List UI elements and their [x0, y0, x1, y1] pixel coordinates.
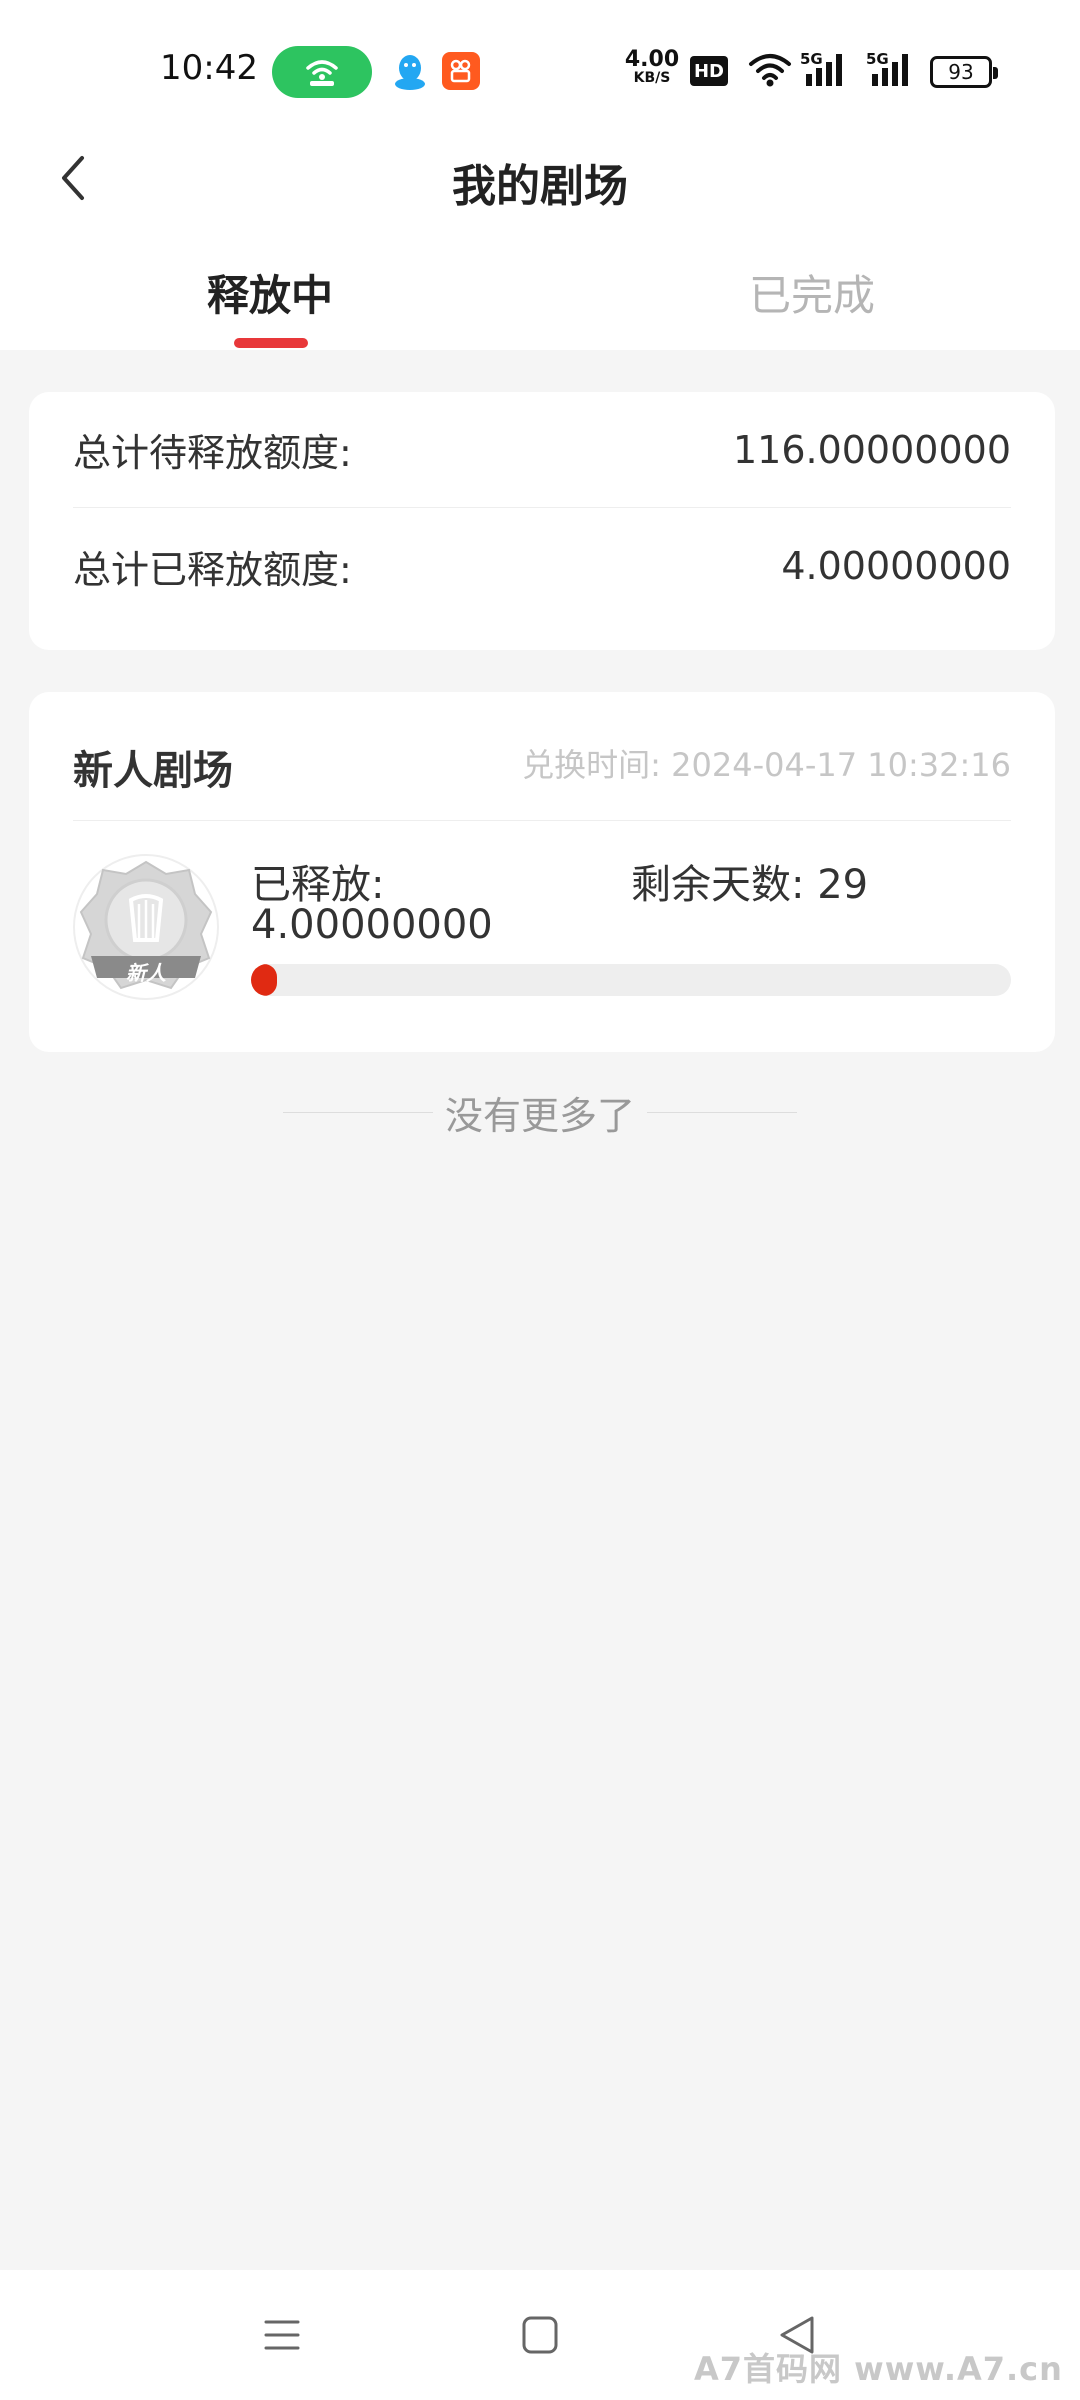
status-time: 10:42: [160, 48, 258, 88]
pending-row: 总计待释放额度: 116.00000000: [73, 392, 1011, 508]
released-row: 总计已释放额度: 4.00000000: [73, 508, 1011, 624]
exchange-time: 兑换时间: 2024-04-17 10:32:16: [522, 746, 1011, 784]
recent-apps-button[interactable]: [252, 2310, 312, 2360]
kuaishou-icon: [442, 52, 480, 90]
watermark: A7首码网 www.A7.cn: [694, 2350, 1063, 2388]
tab-bar: 释放中 已完成: [0, 250, 1080, 350]
battery-icon: 93: [930, 56, 998, 88]
released-value: 4.00000000: [781, 544, 1011, 588]
pending-label: 总计待释放额度:: [73, 431, 352, 475]
badge-text: 新人: [126, 961, 166, 985]
status-bar: 10:42 4.00 KB/S HD 5G 5G 93: [0, 0, 1080, 130]
signal-sim2-icon: 5G: [866, 50, 916, 90]
app-header: 我的剧场: [0, 130, 1080, 230]
remaining-days: 剩余天数: 29: [631, 862, 869, 908]
qq-icon: [395, 55, 425, 90]
no-more-text: 没有更多了: [444, 1093, 635, 1138]
summary-card: 总计待释放额度: 116.00000000 总计已释放额度: 4.0000000…: [29, 392, 1055, 650]
menu-icon: [264, 2320, 300, 2350]
wifi-icon: [749, 54, 791, 87]
hotspot-indicator: [272, 46, 372, 98]
tab-releasing[interactable]: 释放中: [120, 262, 420, 323]
release-progress-fill: [251, 964, 277, 996]
theater-released-value: 4.00000000: [251, 902, 493, 948]
released-label: 总计已释放额度:: [73, 547, 352, 592]
hotspot-icon: [306, 60, 338, 86]
release-progress-bar: [251, 964, 1011, 996]
page-title: 我的剧场: [452, 161, 628, 212]
list-end-indicator: 没有更多了: [0, 1082, 1080, 1142]
footer-line-right: [647, 1111, 797, 1113]
newcomer-badge-icon: 新人: [71, 852, 221, 1002]
net-speed: 4.00 KB/S: [624, 47, 680, 87]
net-speed-unit: KB/S: [633, 70, 671, 86]
theater-card[interactable]: 新人剧场 兑换时间: 2024-04-17 10:32:16 新人 已释放: 4…: [29, 692, 1055, 1052]
battery-level: 93: [948, 60, 974, 84]
signal-sim1-icon: 5G: [800, 50, 850, 90]
footer-line-left: [282, 1111, 433, 1113]
hd-voice-icon: HD: [690, 56, 728, 86]
net-speed-value: 4.00: [624, 47, 680, 72]
pending-value: 116.00000000: [732, 427, 1011, 472]
active-tab-indicator: [234, 338, 308, 348]
home-button[interactable]: [510, 2310, 570, 2360]
theater-title: 新人剧场: [73, 748, 233, 794]
tab-completed[interactable]: 已完成: [662, 262, 962, 323]
home-square-icon: [522, 2316, 558, 2354]
card-divider: [73, 820, 1011, 821]
